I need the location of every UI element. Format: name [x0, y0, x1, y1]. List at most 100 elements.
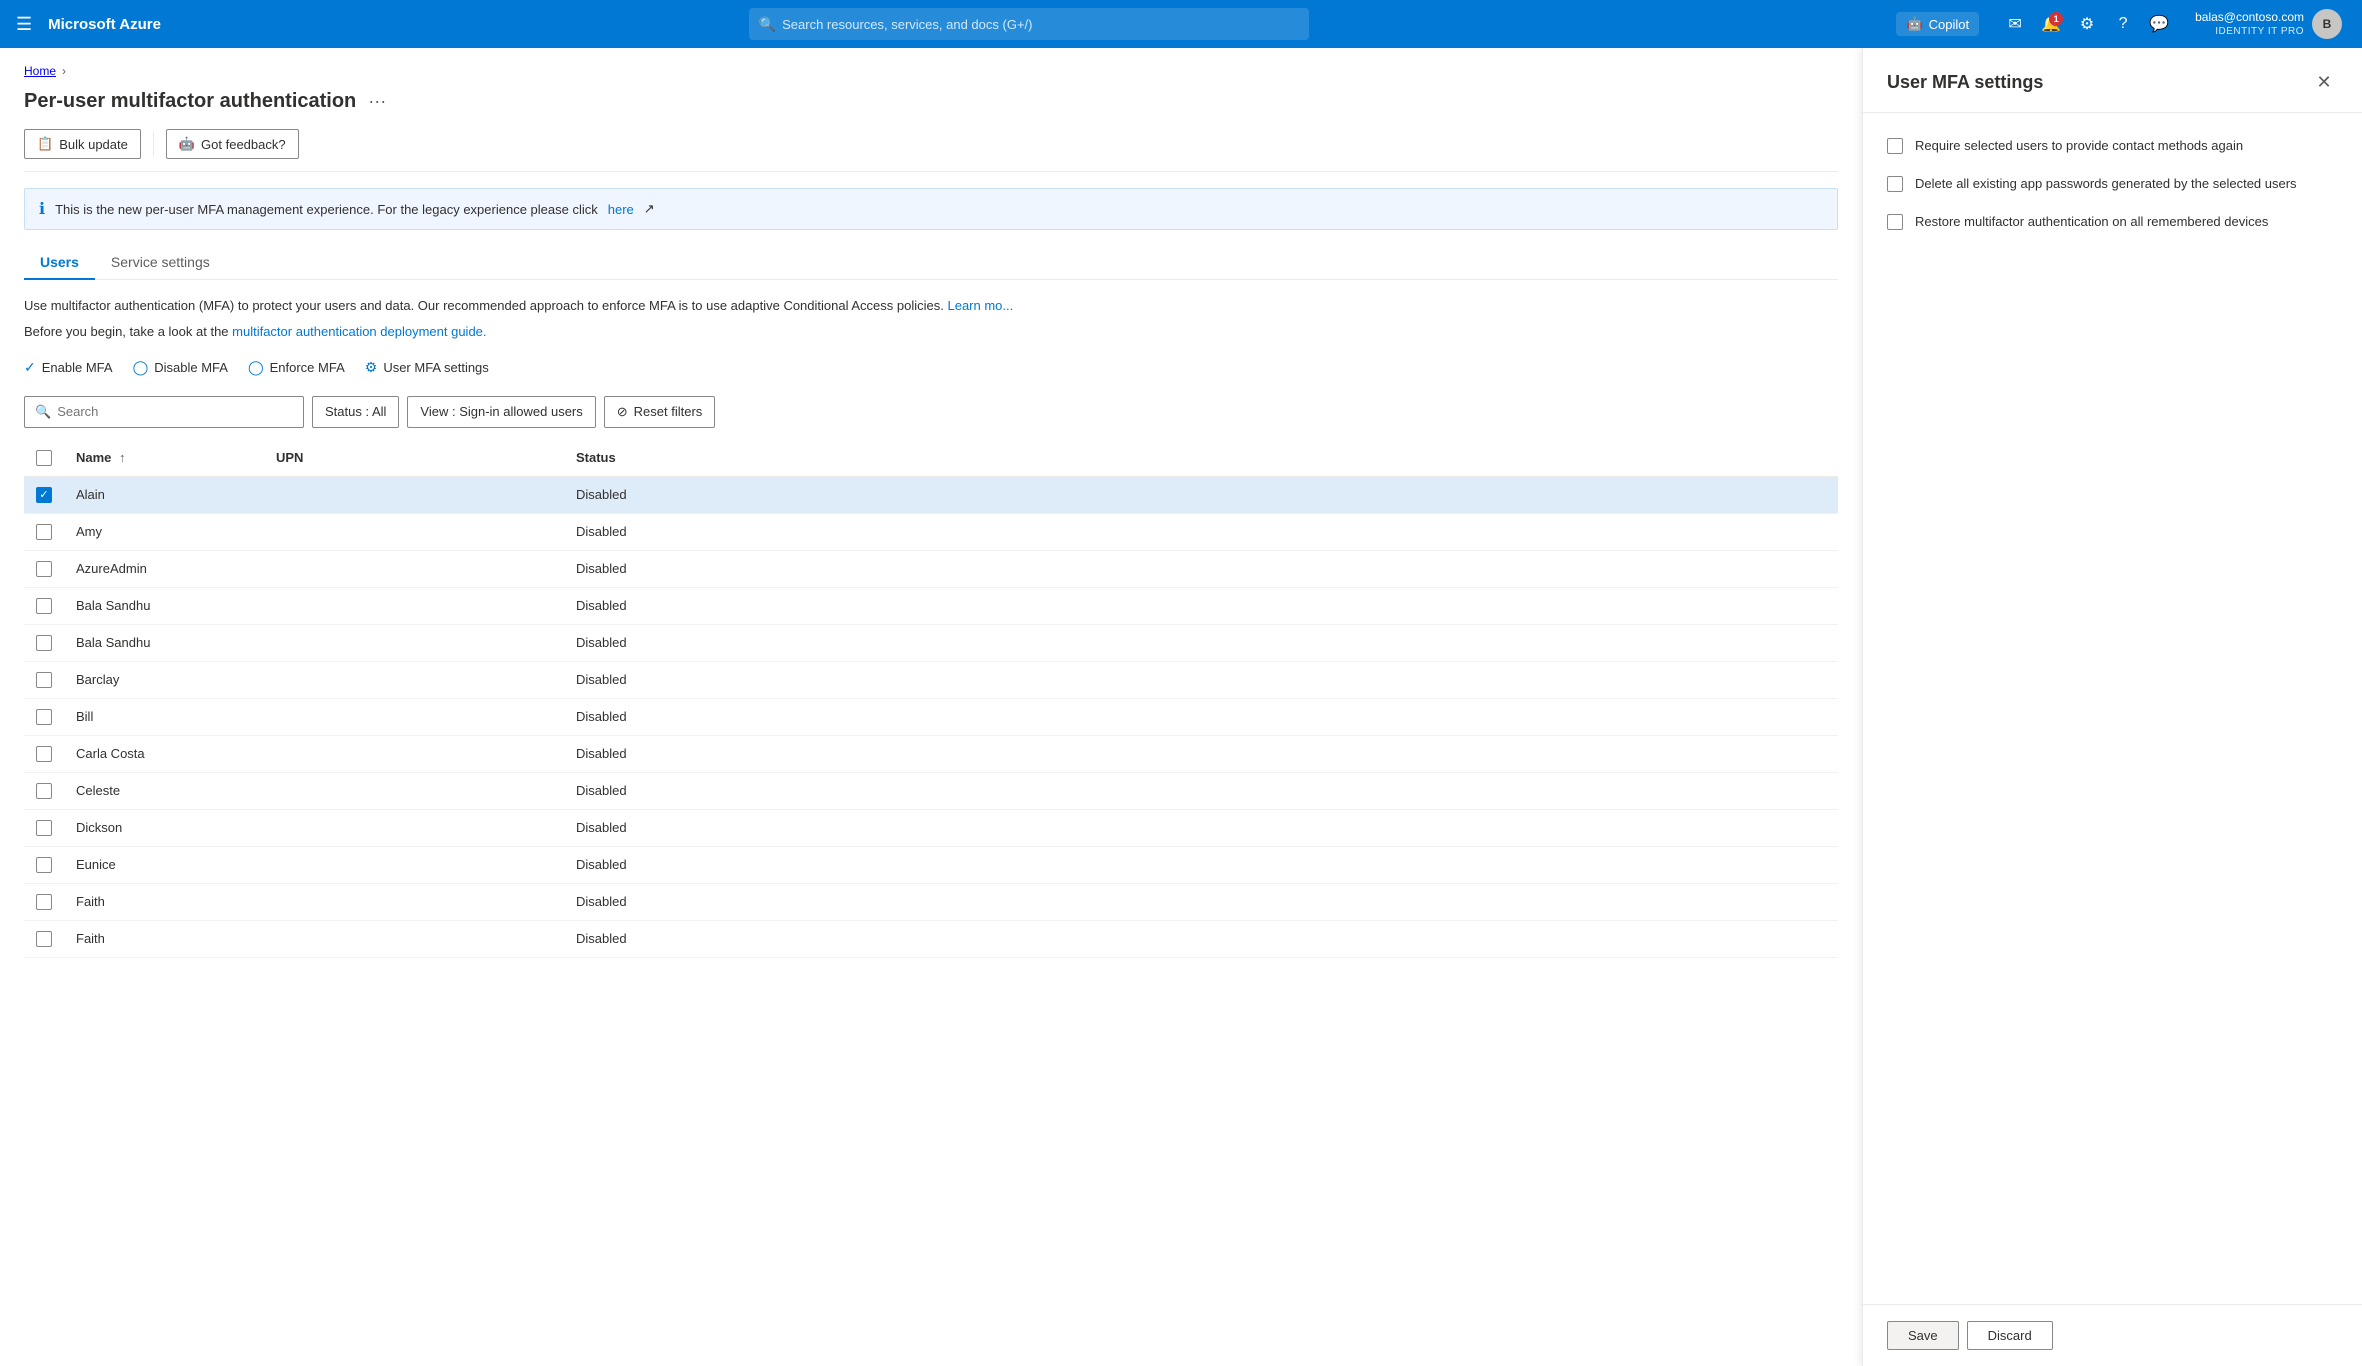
row-name: Carla Costa [64, 735, 264, 772]
row-upn [264, 550, 564, 587]
row-name: Faith [64, 883, 264, 920]
row-name: Bala Sandhu [64, 624, 264, 661]
row-checkbox[interactable] [36, 598, 52, 614]
name-column-header[interactable]: Name ↑ [64, 440, 264, 477]
row-name: AzureAdmin [64, 550, 264, 587]
panel-option-require-contact: Require selected users to provide contac… [1887, 137, 2338, 155]
panel-close-button[interactable]: ✕ [2310, 68, 2338, 96]
learn-more-link[interactable]: Learn mo... [947, 298, 1013, 313]
mail-button[interactable]: ✉ [1999, 8, 2031, 40]
row-checkbox[interactable] [36, 487, 52, 503]
users-table: Name ↑ UPN Status Alain Disabled Amy Disabl… [24, 440, 1838, 958]
row-checkbox[interactable] [36, 524, 52, 540]
select-all-checkbox[interactable] [36, 450, 52, 466]
row-checkbox[interactable] [36, 820, 52, 836]
notifications-button[interactable]: 🔔 1 [2035, 8, 2067, 40]
user-role: IDENTITY IT PRO [2195, 25, 2304, 38]
row-checkbox[interactable] [36, 894, 52, 910]
user-mfa-settings-icon: ⚙ [365, 359, 378, 376]
row-checkbox[interactable] [36, 783, 52, 799]
page-title-row: Per-user multifactor authentication ··· [24, 90, 1838, 113]
notification-badge: 1 [2049, 12, 2063, 26]
table-row: BillDisabled [24, 698, 1838, 735]
action-divider [153, 132, 154, 156]
row-checkbox[interactable] [36, 746, 52, 762]
reset-filters-button[interactable]: ⊘ Reset filters [604, 396, 716, 428]
row-name: Eunice [64, 846, 264, 883]
action-bar: 📋 Bulk update 🤖 Got feedback? [24, 129, 1838, 172]
main-content: Home › Per-user multifactor authenticati… [0, 48, 1862, 1366]
sort-indicator: ↑ [119, 450, 126, 465]
row-checkbox[interactable] [36, 709, 52, 725]
row-status: Disabled [564, 513, 1838, 550]
bulk-update-label: Bulk update [59, 137, 128, 152]
row-checkbox[interactable] [36, 931, 52, 947]
restore-mfa-label: Restore multifactor authentication on al… [1915, 213, 2268, 231]
tab-service-settings[interactable]: Service settings [95, 246, 226, 280]
user-email: balas@contoso.com [2195, 10, 2304, 26]
hamburger-menu[interactable]: ☰ [12, 10, 36, 39]
status-filter-button[interactable]: Status : All [312, 396, 399, 428]
search-box[interactable]: 🔍 [24, 396, 304, 428]
enable-mfa-label: Enable MFA [42, 360, 113, 375]
nav-search-input[interactable] [782, 17, 1299, 32]
row-checkbox[interactable] [36, 857, 52, 873]
row-status: Disabled [564, 883, 1838, 920]
row-checkbox[interactable] [36, 635, 52, 651]
feedback-icon: 🤖 [179, 136, 195, 152]
enable-mfa-button[interactable]: ✓ Enable MFA [24, 355, 113, 380]
panel-option-restore-mfa: Restore multifactor authentication on al… [1887, 213, 2338, 231]
breadcrumb-home[interactable]: Home [24, 64, 56, 78]
status-filter-label: Status : All [325, 404, 386, 419]
info-link[interactable]: here [608, 202, 634, 217]
upn-column-header[interactable]: UPN [264, 440, 564, 477]
row-name: Alain [64, 476, 264, 513]
tab-users[interactable]: Users [24, 246, 95, 280]
disable-mfa-button[interactable]: ◯ Disable MFA [133, 355, 228, 380]
search-input[interactable] [57, 404, 293, 419]
restore-mfa-checkbox[interactable] [1887, 214, 1903, 230]
copilot-button[interactable]: 🤖 Copilot [1896, 12, 1979, 36]
feedback-button[interactable]: 🤖 Got feedback? [166, 129, 299, 159]
deployment-guide-link[interactable]: multifactor authentication deployment gu… [232, 324, 486, 339]
reset-filters-icon: ⊘ [617, 404, 628, 420]
status-column-header[interactable]: Status [564, 440, 1838, 477]
delete-passwords-checkbox[interactable] [1887, 176, 1903, 192]
discard-button[interactable]: Discard [1967, 1321, 2053, 1350]
table-row: Bala SandhuDisabled [24, 587, 1838, 624]
info-text: This is the new per-user MFA management … [55, 202, 598, 217]
user-menu[interactable]: balas@contoso.com IDENTITY IT PRO B [2187, 5, 2350, 43]
copilot-icon: 🤖 [1906, 16, 1922, 32]
nav-search-box[interactable]: 🔍 [749, 8, 1309, 40]
row-name: Dickson [64, 809, 264, 846]
row-status: Disabled [564, 920, 1838, 957]
page-more-button[interactable]: ··· [368, 91, 386, 112]
row-checkbox[interactable] [36, 561, 52, 577]
row-name: Faith [64, 920, 264, 957]
row-checkbox[interactable] [36, 672, 52, 688]
info-icon: ℹ [39, 199, 45, 219]
panel-header: User MFA settings ✕ [1863, 48, 2362, 113]
table-row: AzureAdminDisabled [24, 550, 1838, 587]
row-name: Amy [64, 513, 264, 550]
help-button[interactable]: ? [2107, 8, 2139, 40]
row-name: Celeste [64, 772, 264, 809]
view-filter-button[interactable]: View : Sign-in allowed users [407, 396, 595, 428]
bulk-update-button[interactable]: 📋 Bulk update [24, 129, 141, 159]
row-upn [264, 920, 564, 957]
delete-passwords-label: Delete all existing app passwords genera… [1915, 175, 2297, 193]
row-status: Disabled [564, 661, 1838, 698]
settings-button[interactable]: ⚙ [2071, 8, 2103, 40]
row-status: Disabled [564, 587, 1838, 624]
require-contact-checkbox[interactable] [1887, 138, 1903, 154]
save-button[interactable]: Save [1887, 1321, 1959, 1350]
panel-title: User MFA settings [1887, 72, 2043, 93]
row-status: Disabled [564, 735, 1838, 772]
table-row: EuniceDisabled [24, 846, 1838, 883]
user-mfa-settings-label: User MFA settings [383, 360, 488, 375]
feedback-button[interactable]: 💬 [2143, 8, 2175, 40]
user-mfa-settings-button[interactable]: ⚙ User MFA settings [365, 355, 489, 380]
row-status: Disabled [564, 624, 1838, 661]
enforce-mfa-button[interactable]: ◯ Enforce MFA [248, 355, 345, 380]
row-status: Disabled [564, 809, 1838, 846]
